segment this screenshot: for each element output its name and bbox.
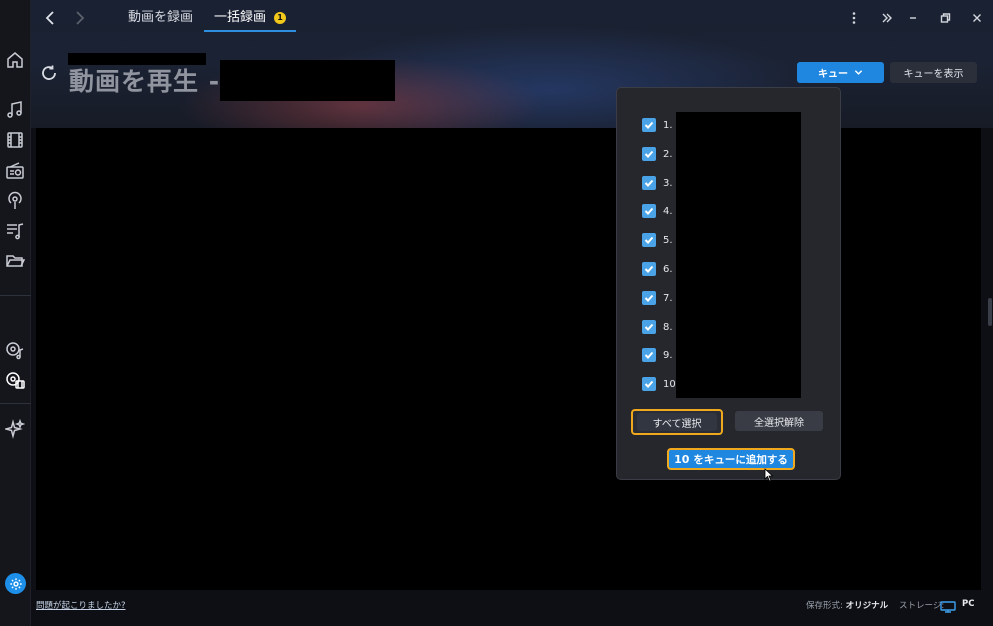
item-label: 8. <box>663 321 673 333</box>
home-icon[interactable] <box>4 49 26 71</box>
list-item[interactable]: 4. <box>642 203 673 219</box>
mouse-cursor-icon <box>764 468 774 482</box>
checkbox[interactable] <box>642 147 656 161</box>
check-icon <box>644 351 654 359</box>
list-item[interactable]: 10. <box>642 376 679 392</box>
check-icon <box>644 294 654 302</box>
item-label: 9. <box>663 349 673 361</box>
music-icon[interactable] <box>4 99 26 121</box>
item-label: 5. <box>663 234 673 246</box>
list-item[interactable]: 1. <box>642 117 673 133</box>
sidebar-divider <box>0 403 31 404</box>
close-icon[interactable] <box>967 8 987 28</box>
item-label: 2. <box>663 148 673 160</box>
select-all-button[interactable]: すべて選択 <box>631 409 723 435</box>
checkbox[interactable] <box>642 377 656 391</box>
item-label: 7. <box>663 292 673 304</box>
restore-icon[interactable] <box>935 8 955 28</box>
list-item[interactable]: 3. <box>642 175 673 191</box>
check-icon <box>644 380 654 388</box>
item-label: 1. <box>663 119 673 131</box>
tab-label: 一括録画 <box>214 10 267 25</box>
film-icon[interactable] <box>4 129 26 151</box>
minimize-icon[interactable] <box>903 8 923 28</box>
refresh-icon[interactable] <box>40 64 58 82</box>
storage-value-text: PC <box>962 599 975 609</box>
checkbox[interactable] <box>642 348 656 362</box>
redacted-titles <box>676 112 801 398</box>
monitor-icon[interactable] <box>940 598 956 613</box>
check-icon <box>644 121 654 129</box>
check-icon <box>644 323 654 331</box>
select-all-label: すべて選択 <box>637 413 717 431</box>
settings-button[interactable] <box>5 573 26 594</box>
audio-recorder-icon[interactable] <box>4 339 26 361</box>
save-format-label: 保存形式: <box>806 601 843 611</box>
checkbox[interactable] <box>642 320 656 334</box>
add-count: 10 <box>674 452 690 466</box>
tab-record-video[interactable]: 動画を録画 <box>128 8 193 32</box>
playlist-icon[interactable] <box>4 220 26 242</box>
show-queue-button[interactable]: キューを表示 <box>890 62 977 83</box>
checkbox[interactable] <box>642 176 656 190</box>
queue-button[interactable]: キュー <box>797 62 884 83</box>
expand-icon[interactable] <box>877 8 897 28</box>
page-title: 動画を再生 - <box>69 67 221 96</box>
storage-label: ストレージ: <box>899 601 945 611</box>
checkbox[interactable] <box>642 118 656 132</box>
forward-icon[interactable] <box>70 9 88 27</box>
checkbox[interactable] <box>642 291 656 305</box>
sparkle-icon[interactable] <box>4 418 26 440</box>
tab-batch-record[interactable]: 一括録画 1 <box>204 8 297 32</box>
sidebar <box>0 0 31 626</box>
list-item[interactable]: 5. <box>642 232 673 248</box>
check-icon <box>644 236 654 244</box>
notification-badge: 1 <box>274 12 287 24</box>
podcast-icon[interactable] <box>4 190 26 212</box>
sidebar-divider <box>0 295 31 296</box>
more-options-icon[interactable] <box>844 8 864 28</box>
folder-icon[interactable] <box>4 250 26 272</box>
check-icon <box>644 207 654 215</box>
episode-select-popup: 1. 2. 3. 4. 5. 6. 7. 8. 9. 10. すべて選択 全選択… <box>616 87 841 480</box>
item-label: 3. <box>663 177 673 189</box>
check-icon <box>644 265 654 273</box>
item-label: 6. <box>663 263 673 275</box>
back-icon[interactable] <box>42 9 60 27</box>
gear-icon <box>9 577 22 590</box>
check-icon <box>644 179 654 187</box>
queue-button-label: キュー <box>818 69 848 80</box>
redacted-title <box>220 60 395 101</box>
radio-icon[interactable] <box>4 160 26 182</box>
tab-label: 動画を録画 <box>128 10 194 25</box>
scrollbar-handle[interactable] <box>988 298 992 326</box>
checkbox[interactable] <box>642 262 656 276</box>
list-item[interactable]: 2. <box>642 146 673 162</box>
item-label: 4. <box>663 205 673 217</box>
storage-value[interactable]: PC <box>962 599 974 609</box>
app-window: 動画を録画 一括録画 1 動画を再生 - キュー キューを表示 1. 2. 3.… <box>0 0 993 626</box>
add-label: をキューに追加する <box>693 453 788 466</box>
problem-link[interactable]: 問題が起こりましたか? <box>36 599 126 611</box>
list-item[interactable]: 7. <box>642 290 673 306</box>
save-format-value: オリジナル <box>845 601 889 611</box>
list-item[interactable]: 6. <box>642 261 673 277</box>
checkbox[interactable] <box>642 233 656 247</box>
save-format[interactable]: 保存形式: オリジナル <box>806 599 888 611</box>
add-to-queue-button[interactable]: 10 をキューに追加する <box>667 448 795 470</box>
video-recorder-icon[interactable] <box>4 369 26 391</box>
list-item[interactable]: 9. <box>642 347 673 363</box>
list-item[interactable]: 8. <box>642 319 673 335</box>
deselect-all-button[interactable]: 全選択解除 <box>735 411 823 431</box>
checkbox[interactable] <box>642 204 656 218</box>
chevron-down-icon <box>854 70 863 75</box>
check-icon <box>644 150 654 158</box>
